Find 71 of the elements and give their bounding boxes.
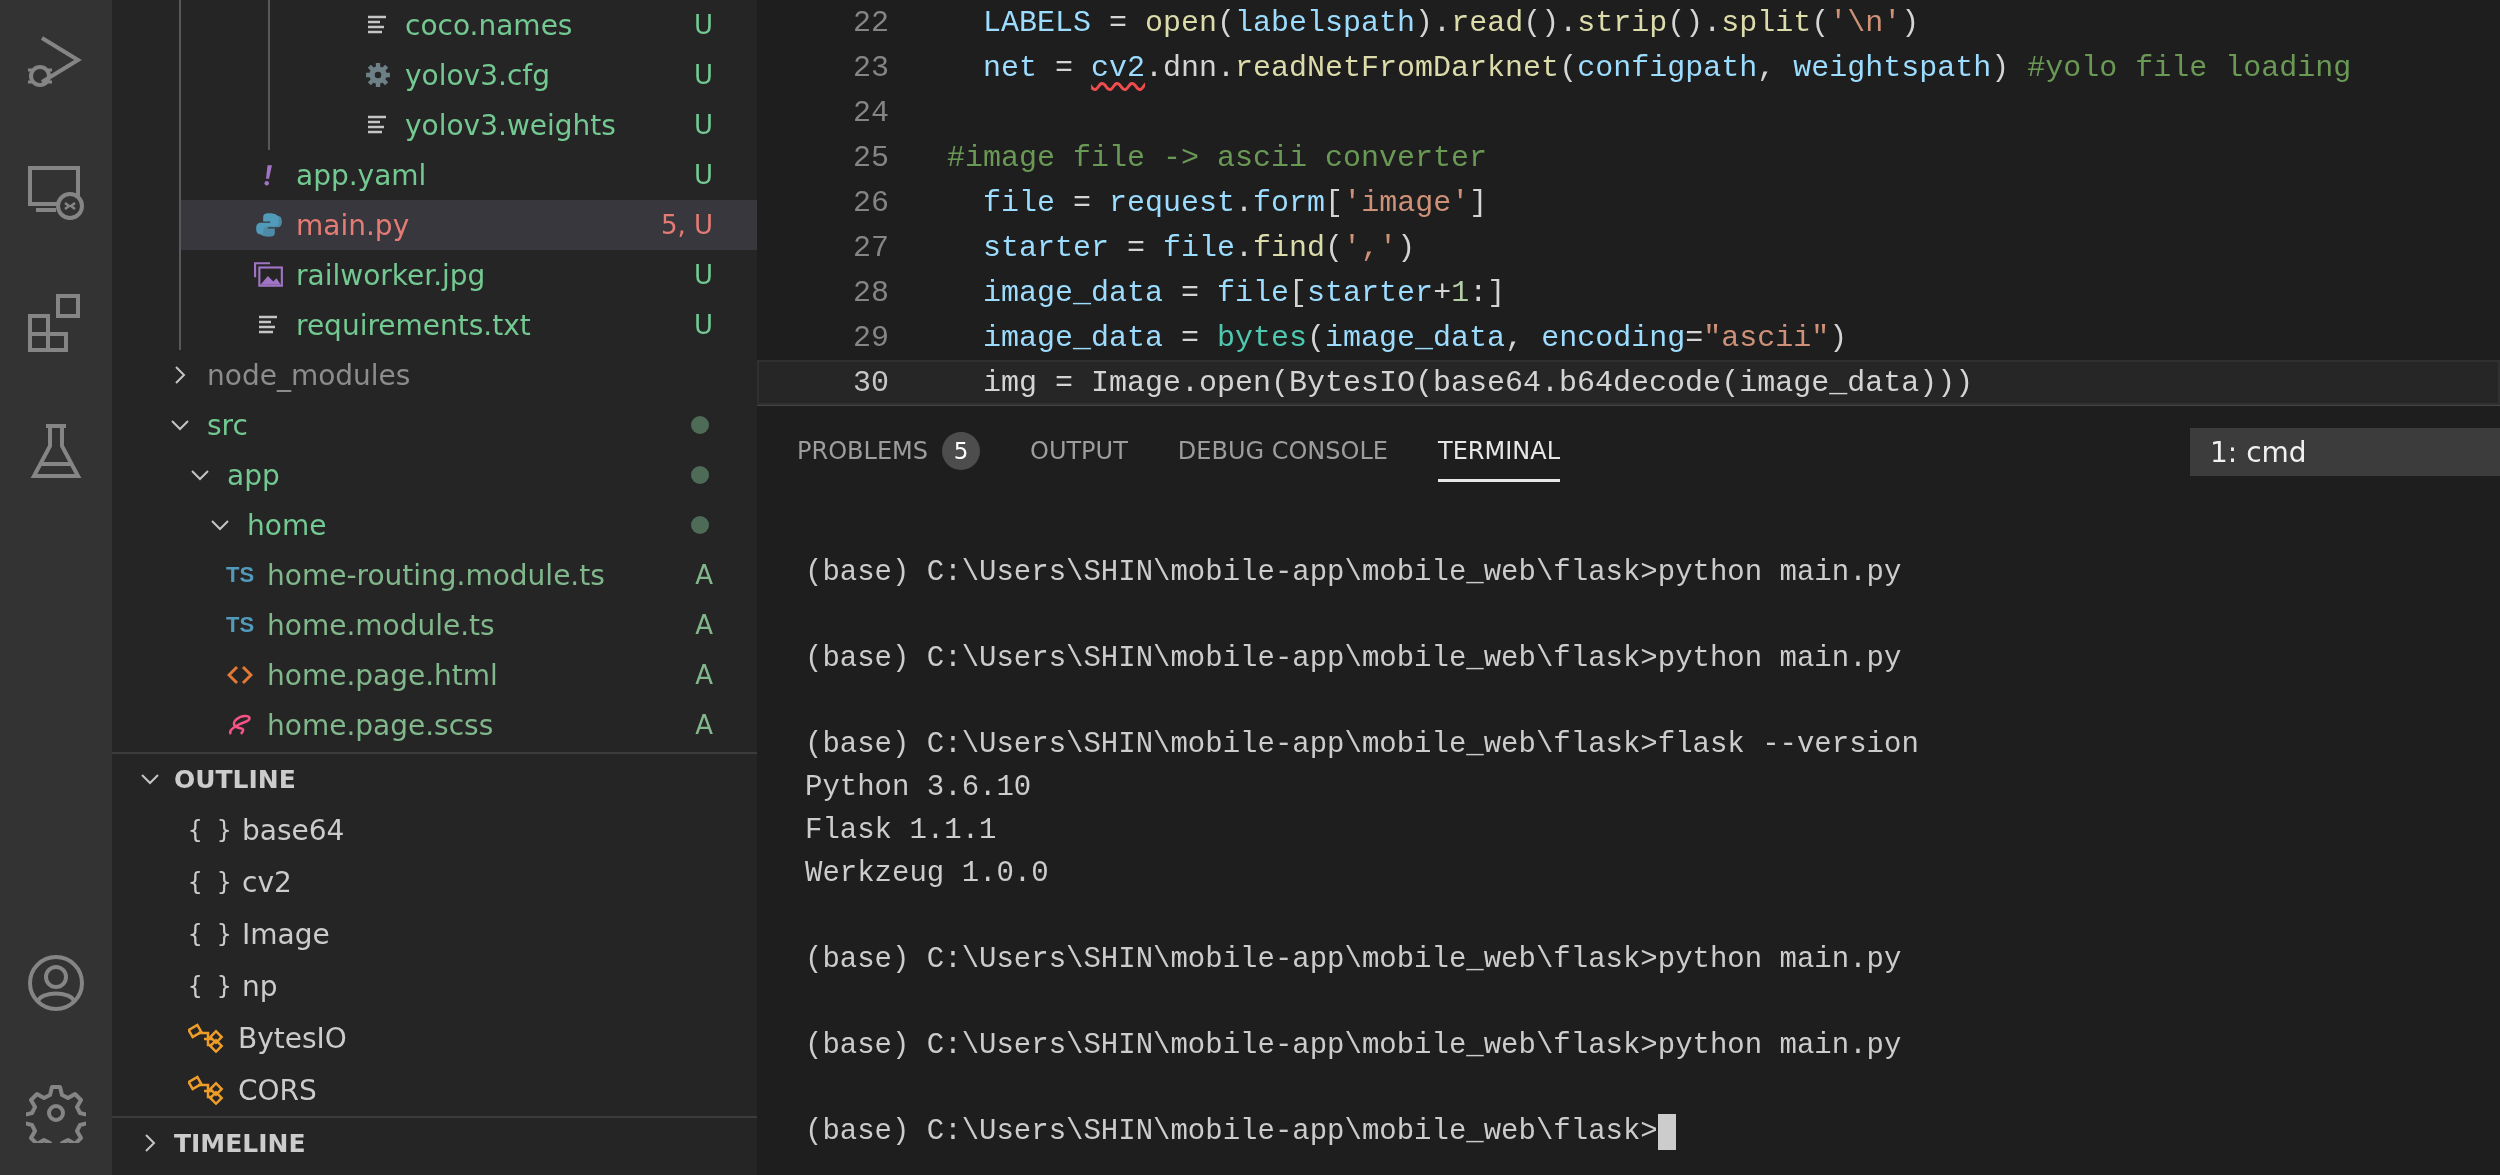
timeline-header[interactable]: TIMELINE — [112, 1118, 757, 1168]
code-line: file = request.form['image'] — [982, 185, 1488, 220]
outline-item[interactable]: BytesIO — [112, 1012, 757, 1064]
settings-icon[interactable] — [26, 1083, 86, 1143]
count-badge: 5 — [942, 431, 980, 470]
code-line: img = Image.open(BytesIO(base64.b64decode(image_data))) — [982, 365, 1974, 400]
line-number: 28 — [852, 275, 890, 310]
terminal-line: (base) C:\Users\SHIN\mobile-app\mobile_web\flask>python main.py — [805, 641, 1902, 677]
typescript-icon: TS — [225, 562, 255, 588]
code-line: image_data = bytes(image_data, encoding="ascii") — [982, 320, 1848, 355]
line-number: 27 — [852, 230, 890, 265]
terminal-line: (base) C:\Users\SHIN\mobile-app\mobile_web\flask>flask --version — [805, 727, 1919, 763]
line-number: 26 — [852, 185, 890, 220]
gear-icon — [365, 62, 391, 88]
line-number: 23 — [852, 50, 890, 85]
panel-tab[interactable]: OUTPUT — [1030, 422, 1128, 482]
line-number: 22 — [852, 5, 890, 40]
file-row[interactable]: coco.names U — [270, 0, 757, 50]
code-line: image_data = file[starter+1:] — [982, 275, 1506, 310]
panel-tab[interactable]: DEBUG CONSOLE — [1177, 422, 1388, 482]
python-icon — [255, 211, 283, 239]
folder-row[interactable]: home — [112, 500, 757, 550]
line-number: 29 — [852, 320, 890, 355]
braces-icon: { } — [188, 868, 228, 896]
outline-header[interactable]: OUTLINE — [112, 754, 757, 804]
file-row[interactable]: home.page.html A — [112, 650, 757, 700]
code-line: #image file -> ascii converter — [947, 140, 1488, 175]
braces-icon: { } — [188, 920, 228, 948]
braces-icon: { } — [188, 972, 228, 1000]
code-brackets-icon — [227, 664, 253, 686]
outline-item[interactable]: { } cv2 — [112, 856, 757, 908]
terminal-select[interactable]: 1: cmd — [2190, 428, 2500, 476]
typescript-icon: TS — [225, 612, 255, 638]
file-row[interactable]: yolov3.weights U — [270, 100, 757, 150]
class-icon — [188, 1023, 224, 1053]
folder-row[interactable]: src — [112, 400, 757, 450]
outline-item[interactable]: { } base64 — [112, 804, 757, 856]
terminal-line: Python 3.6.10 — [805, 770, 1032, 806]
swirl-icon — [227, 714, 253, 736]
folder-row[interactable]: node_modules — [112, 350, 757, 400]
braces-icon: { } — [188, 816, 228, 844]
outline-item[interactable]: CORS — [112, 1064, 757, 1116]
panel-tab[interactable]: TERMINAL — [1438, 422, 1560, 482]
file-row[interactable]: app.yaml U — [181, 150, 757, 200]
image-icon — [254, 262, 284, 288]
line-number: 25 — [852, 140, 890, 175]
line-number: 24 — [852, 95, 890, 130]
terminal-line: Flask 1.1.1 — [805, 813, 997, 849]
code-line: starter = file.find(',') — [982, 230, 1416, 265]
file-row[interactable]: home.page.scss A — [112, 700, 757, 750]
file-row[interactable]: TS home-routing.module.ts A — [112, 550, 757, 600]
code-line: LABELS = open(labelspath).read().strip().split('\n') — [982, 5, 1920, 40]
terminal-prompt: (base) C:\Users\SHIN\mobile-app\mobile_web\flask> — [805, 1114, 1658, 1150]
folder-row[interactable]: app — [112, 450, 757, 500]
code-line: net = cv2.dnn.readNetFromDarknet(configpath, weightspath) #yolo file loading — [982, 50, 2352, 85]
text-cursor — [1657, 1113, 1676, 1150]
outline-item[interactable]: { } np — [112, 960, 757, 1012]
terminal-line: Werkzeug 1.0.0 — [805, 856, 1049, 892]
file-row[interactable]: yolov3.cfg U — [270, 50, 757, 100]
account-icon[interactable] — [26, 953, 86, 1013]
terminal-line: (base) C:\Users\SHIN\mobile-app\mobile_web\flask>python main.py — [805, 942, 1902, 978]
file-row[interactable]: TS home.module.ts A — [112, 600, 757, 650]
terminal-line: (base) C:\Users\SHIN\mobile-app\mobile_web\flask>python main.py — [805, 555, 1902, 591]
file-row[interactable]: main.py 5, U — [181, 200, 757, 250]
file-row[interactable]: requirements.txt U — [181, 300, 757, 350]
line-number: 30 — [852, 365, 890, 400]
terminal-line: (base) C:\Users\SHIN\mobile-app\mobile_web\flask>python main.py — [805, 1028, 1902, 1064]
class-icon — [188, 1075, 224, 1105]
outline-item[interactable]: { } Image — [112, 908, 757, 960]
file-row[interactable]: railworker.jpg U — [181, 250, 757, 300]
panel-tab[interactable]: PROBLEMS 5 — [797, 417, 980, 487]
